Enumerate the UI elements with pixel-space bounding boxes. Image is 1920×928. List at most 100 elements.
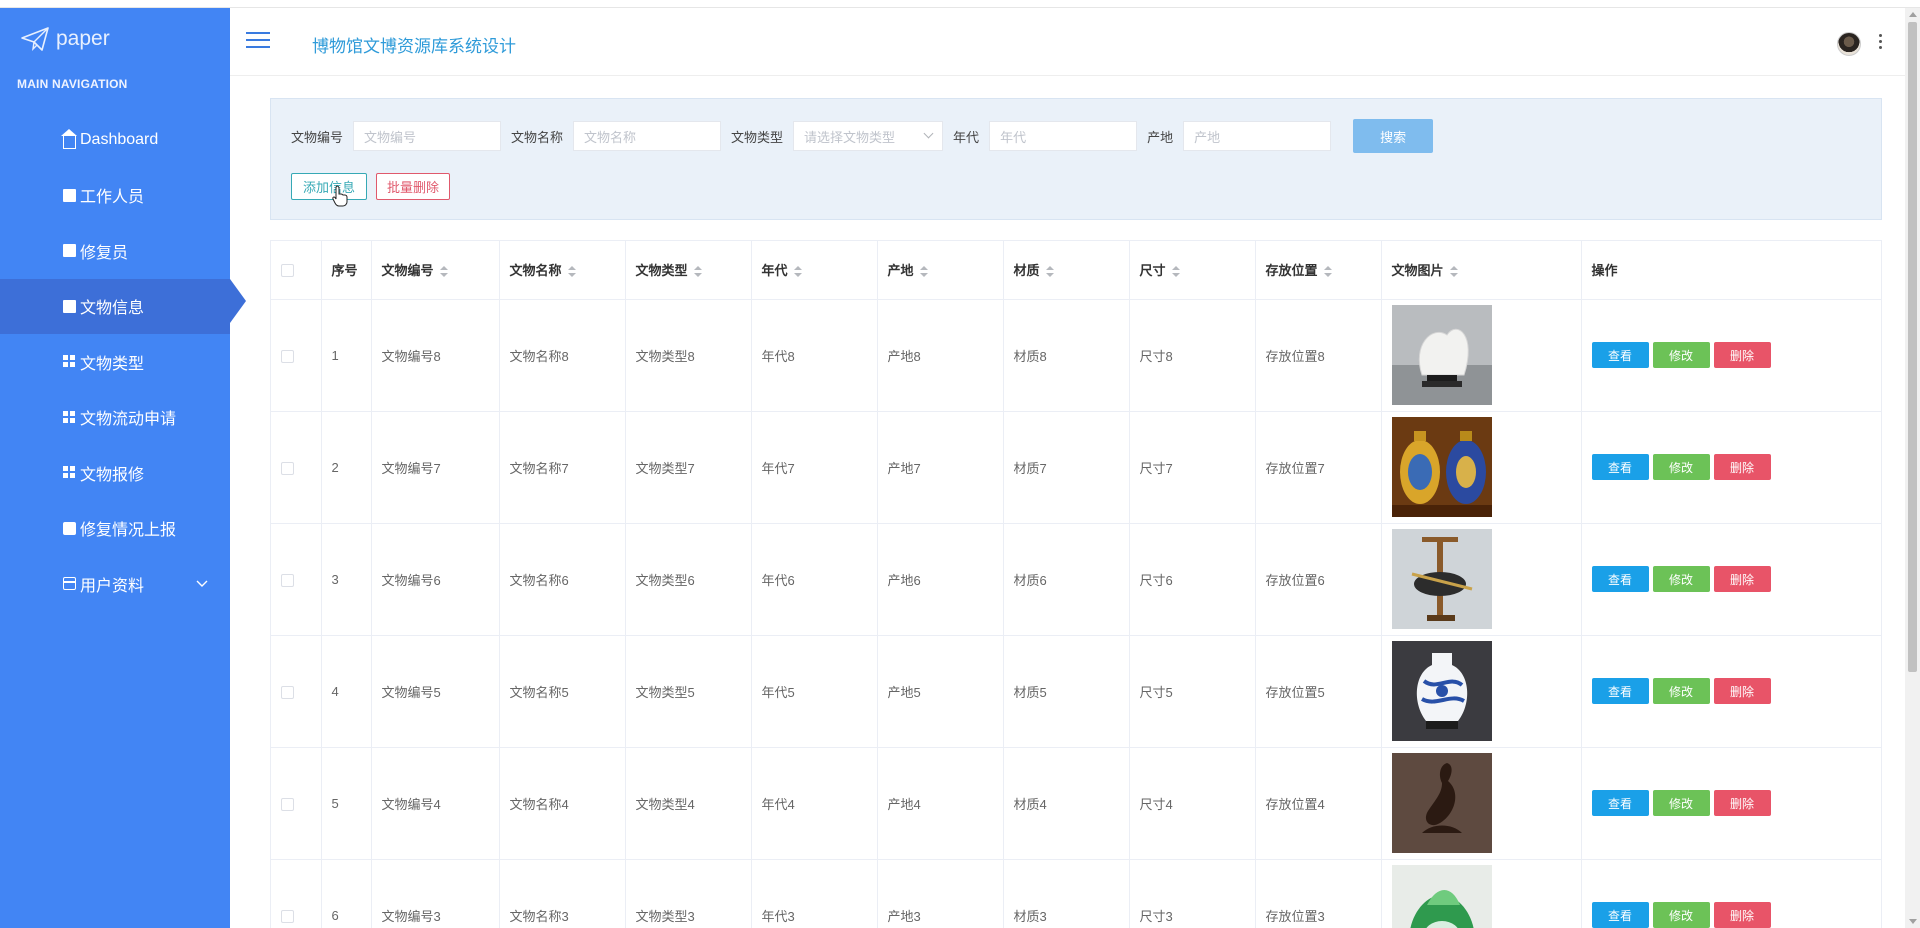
table-row: 1 文物编号8 文物名称8 文物类型8 年代8 产地8 材质8 尺寸8 存放位置8 查看 修改 删除: [271, 299, 1881, 412]
sidebar-item-label: 工作人员: [80, 189, 145, 207]
cell-image: [1381, 859, 1582, 928]
view-button[interactable]: 查看: [1591, 342, 1649, 368]
sidebar-item-label: Dashboard: [80, 130, 159, 148]
edit-button[interactable]: 修改: [1652, 342, 1710, 368]
search-button[interactable]: 搜索: [1353, 119, 1434, 153]
row-checkbox[interactable]: [281, 461, 294, 475]
origin-input[interactable]: 产地: [1183, 121, 1332, 151]
view-button[interactable]: 查看: [1591, 454, 1649, 480]
sort-icon[interactable]: [1449, 265, 1458, 278]
relic-name-input[interactable]: 文物名称: [573, 121, 722, 151]
view-button[interactable]: 查看: [1591, 566, 1649, 592]
cell-origin: 产地3: [877, 859, 1004, 928]
sidebar-item-dashboard[interactable]: Dashboard: [0, 112, 230, 168]
scroll-up-icon[interactable]: [1909, 12, 1917, 17]
delete-button[interactable]: 删除: [1713, 790, 1771, 816]
edit-button[interactable]: 修改: [1652, 790, 1710, 816]
search-panel: 文物编号 文物编号 文物名称 文物名称 文物类型 请选择文物类型 年代 年代 产…: [270, 98, 1882, 220]
sidebar-item-label: 修复情况上报: [80, 522, 177, 540]
sort-icon[interactable]: [439, 265, 448, 278]
relic-image[interactable]: [1391, 641, 1492, 741]
table-row: 6 文物编号3 文物名称3 文物类型3 年代3 产地3 材质3 尺寸3 存放位置3 查看 修改 删除: [271, 859, 1881, 928]
cell-material: 材质5: [1003, 635, 1130, 748]
column-header[interactable]: 产地: [877, 241, 1004, 300]
sort-icon[interactable]: [919, 265, 928, 278]
row-checkbox[interactable]: [281, 349, 294, 363]
sidebar-item-label: 用户资料: [80, 577, 145, 595]
sidebar-item-repair-report[interactable]: 修复情况上报: [0, 501, 230, 557]
column-header-label: 尺寸: [1139, 263, 1166, 279]
view-button[interactable]: 查看: [1591, 678, 1649, 704]
sidebar-item-relic-flow[interactable]: 文物流动申请: [0, 390, 230, 446]
delete-button[interactable]: 删除: [1713, 566, 1771, 592]
row-checkbox[interactable]: [281, 685, 294, 699]
sort-icon[interactable]: [567, 265, 576, 278]
avatar[interactable]: [1837, 32, 1861, 56]
sort-icon[interactable]: [1045, 265, 1054, 278]
cell-size: 尺寸7: [1129, 411, 1256, 524]
sidebar-item-relic-info[interactable]: 文物信息: [0, 278, 246, 334]
sidebar-item-restorer[interactable]: 修复员: [0, 223, 230, 279]
row-checkbox[interactable]: [281, 797, 294, 811]
nav-header: MAIN NAVIGATION: [17, 77, 128, 91]
column-header[interactable]: 材质: [1003, 241, 1130, 300]
relic-image[interactable]: [1391, 529, 1492, 629]
sort-icon[interactable]: [693, 265, 702, 278]
delete-button[interactable]: 删除: [1713, 454, 1771, 480]
delete-button[interactable]: 删除: [1713, 342, 1771, 368]
column-header[interactable]: 年代: [751, 241, 878, 300]
sidebar-item-relic-type[interactable]: 文物类型: [0, 334, 230, 390]
delete-button[interactable]: 删除: [1713, 902, 1771, 928]
relic-type-select[interactable]: 请选择文物类型: [793, 121, 944, 151]
edit-button[interactable]: 修改: [1652, 678, 1710, 704]
scroll-down-icon[interactable]: [1909, 919, 1917, 924]
relic-name-label: 文物名称: [511, 129, 564, 145]
batch-delete-button[interactable]: 批量删除: [376, 173, 451, 200]
row-select-cell: [271, 523, 322, 636]
sort-icon[interactable]: [793, 265, 802, 278]
sort-icon[interactable]: [1171, 265, 1180, 278]
row-select-cell: [271, 635, 322, 748]
add-info-button[interactable]: 添加信息: [291, 173, 368, 207]
brand-logo[interactable]: paper: [20, 24, 110, 54]
select-all-checkbox[interactable]: [281, 264, 294, 278]
sidebar-item-user-profile[interactable]: 用户资料: [0, 556, 230, 612]
relic-code-input[interactable]: 文物编号: [353, 121, 502, 151]
row-checkbox[interactable]: [281, 573, 294, 587]
column-header[interactable]: 文物类型: [625, 241, 752, 300]
row-checkbox[interactable]: [281, 909, 294, 923]
sort-icon[interactable]: [1323, 265, 1332, 278]
sidebar-item-relic-repair[interactable]: 文物报修: [0, 445, 230, 501]
column-header-label: 文物名称: [509, 263, 562, 279]
relic-image[interactable]: [1391, 305, 1492, 405]
menu-toggle-icon[interactable]: [246, 32, 270, 50]
era-input[interactable]: 年代: [989, 121, 1138, 151]
edit-button[interactable]: 修改: [1652, 454, 1710, 480]
era-label: 年代: [953, 129, 980, 145]
scrollbar-thumb[interactable]: [1908, 22, 1917, 672]
relic-image[interactable]: [1391, 865, 1492, 928]
relic-image[interactable]: [1391, 753, 1492, 853]
more-menu-icon[interactable]: [1879, 34, 1883, 52]
edit-button[interactable]: 修改: [1652, 566, 1710, 592]
delete-button[interactable]: 删除: [1713, 678, 1771, 704]
cell-era: 年代8: [751, 299, 878, 412]
column-header[interactable]: 存放位置: [1255, 241, 1382, 300]
relic-type-placeholder: 请选择文物类型: [804, 129, 896, 145]
column-header[interactable]: 文物图片: [1381, 241, 1582, 300]
page-scrollbar[interactable]: [1905, 8, 1920, 928]
sidebar-item-staff[interactable]: 工作人员: [0, 168, 230, 224]
edit-button[interactable]: 修改: [1652, 902, 1710, 928]
cell-actions: 查看 修改 删除: [1581, 859, 1881, 928]
relic-image[interactable]: [1391, 417, 1492, 517]
sidebar-item-label: 文物流动申请: [80, 411, 177, 429]
view-button[interactable]: 查看: [1591, 902, 1649, 928]
cell-actions: 查看 修改 删除: [1581, 299, 1881, 412]
column-header[interactable]: 文物名称: [499, 241, 626, 300]
column-header[interactable]: 文物编号: [371, 241, 500, 300]
sidebar-item-label: 修复员: [80, 244, 129, 262]
column-header[interactable]: 尺寸: [1129, 241, 1256, 300]
view-button[interactable]: 查看: [1591, 790, 1649, 816]
home-icon: [61, 128, 77, 149]
table-row: 2 文物编号7 文物名称7 文物类型7 年代7 产地7 材质7 尺寸7 存放位置7 查看 修改 删除: [271, 411, 1881, 524]
